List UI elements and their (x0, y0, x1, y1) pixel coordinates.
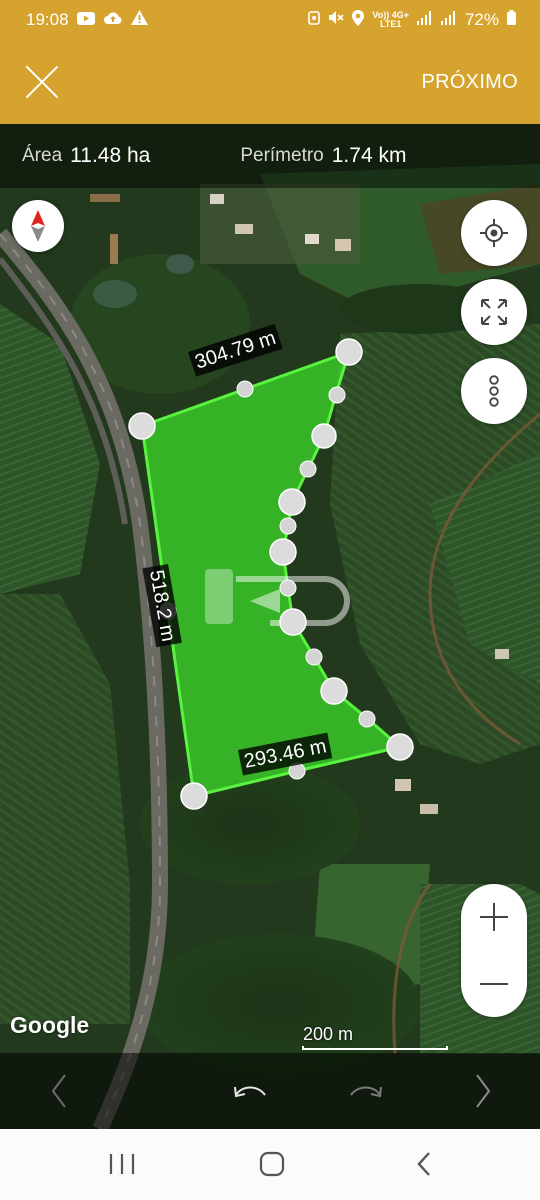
vertex-handle (386, 733, 414, 761)
battery-saver-icon (308, 10, 321, 30)
vertex-handle (279, 608, 307, 636)
compass-icon (31, 210, 45, 242)
signal-icon (416, 10, 433, 30)
plus-icon (480, 903, 508, 931)
midpoint-handle (279, 517, 297, 535)
cloud-upload-icon (103, 10, 123, 30)
location-icon (352, 9, 365, 31)
midpoint-handle (299, 460, 317, 478)
next-step-button[interactable] (452, 1053, 512, 1129)
status-bar: 19:08 Vo)) 4G+ LTE1 72% (0, 0, 540, 40)
scale-line (302, 1046, 448, 1050)
perimeter-label: Perímetro (240, 145, 324, 166)
perimeter-value: 1.74 km (331, 144, 407, 167)
midpoint-handle (328, 386, 346, 404)
compass-button[interactable] (12, 200, 64, 252)
chevron-left-icon (51, 1074, 66, 1108)
zoom-out-button[interactable] (461, 951, 527, 1017)
vertex-handle (180, 782, 208, 810)
home-icon (259, 1151, 285, 1177)
satellite-imagery (0, 124, 540, 1129)
redo-icon (350, 1086, 382, 1098)
recent-apps-button[interactable] (82, 1129, 162, 1200)
system-navigation-bar (0, 1129, 540, 1200)
satellite-map[interactable]: 304.79 m 518.2 m 293.46 m Área 11.48 ha … (0, 124, 540, 1129)
recent-apps-icon (109, 1154, 135, 1174)
status-time: 19:08 (26, 10, 69, 29)
close-button[interactable] (24, 64, 60, 100)
midpoint-handle (279, 579, 297, 597)
youtube-icon (76, 10, 95, 30)
midpoint-handle (358, 710, 376, 728)
area-label: Área (22, 145, 63, 166)
back-icon (417, 1152, 430, 1176)
vertex-handle (335, 338, 363, 366)
mute-icon (328, 10, 344, 30)
measurement-bar: Área 11.48 ha Perímetro 1.74 km (0, 124, 540, 188)
scale-bar: 200 m (302, 1024, 448, 1052)
midpoint-handle (236, 380, 254, 398)
back-button[interactable] (384, 1129, 464, 1200)
previous-button[interactable] (30, 1053, 90, 1129)
warning-icon (130, 10, 148, 30)
more-vertical-icon (489, 375, 499, 407)
vertex-handle (278, 488, 306, 516)
edit-toolbar (0, 1053, 540, 1129)
home-button[interactable] (232, 1129, 312, 1200)
undo-button[interactable] (220, 1053, 280, 1129)
battery-percent: 72% (464, 10, 499, 29)
app-bar: PRÓXIMO (0, 40, 540, 124)
network-type-bottom: LTE1 (380, 19, 402, 29)
scale-label: 200 m (303, 1024, 354, 1044)
my-location-button[interactable] (461, 200, 527, 266)
minus-icon (480, 983, 508, 985)
network-type: Vo)) 4G+ LTE1 (372, 11, 409, 29)
crosshair-icon (480, 219, 508, 247)
undo-icon (234, 1086, 266, 1098)
signal-icon (440, 10, 457, 30)
vertex-handle (128, 412, 156, 440)
chevron-right-icon (476, 1074, 491, 1108)
next-button[interactable]: PRÓXIMO (421, 71, 518, 94)
vertex-handle (269, 538, 297, 566)
fit-bounds-button[interactable] (461, 279, 527, 345)
vertex-handle (320, 677, 348, 705)
zoom-in-button[interactable] (461, 884, 527, 950)
midpoint-handle (305, 648, 323, 666)
expand-icon (481, 299, 507, 325)
zoom-control (461, 884, 527, 1017)
battery-icon (507, 10, 516, 30)
area-value: 11.48 ha (70, 144, 151, 167)
google-attribution: Google (10, 1012, 90, 1038)
redo-button[interactable] (336, 1053, 396, 1129)
more-options-button[interactable] (461, 358, 527, 424)
vertex-handle (311, 423, 337, 449)
